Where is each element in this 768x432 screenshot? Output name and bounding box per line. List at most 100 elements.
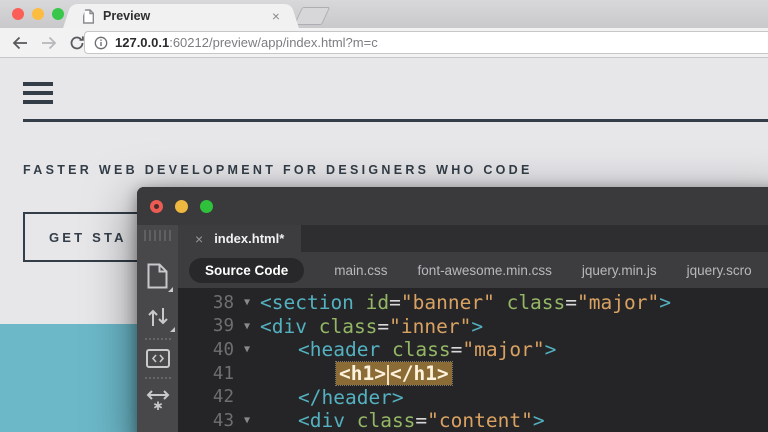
line-number: 42 — [178, 387, 234, 407]
code-segment: class — [507, 291, 566, 314]
code-preview-icon[interactable] — [146, 349, 170, 368]
page-favicon-icon — [82, 9, 95, 24]
editor-minimize-button[interactable] — [175, 200, 188, 213]
editor-title-bar[interactable] — [137, 187, 768, 225]
code-segment: class — [357, 409, 416, 432]
code-segment: = — [389, 291, 401, 314]
code-editor-area[interactable]: 38▼<section id="banner" class="major">39… — [178, 288, 768, 432]
code-segment: > — [533, 409, 545, 432]
selected-code-text[interactable]: <h1></h1> — [336, 362, 452, 385]
code-text[interactable]: <div class="content"> — [298, 409, 545, 432]
address-bar[interactable]: 127.0.0.1:60212/preview/app/index.html?m… — [84, 31, 768, 54]
reload-icon[interactable] — [69, 35, 85, 51]
code-segment: "content" — [427, 409, 533, 432]
back-icon[interactable] — [11, 35, 29, 51]
line-number: 39 — [178, 316, 234, 336]
file-tab-jquery-scrolly[interactable]: jquery.scro — [687, 263, 752, 278]
code-segment: "banner" — [401, 291, 495, 314]
code-line[interactable]: 39▼<div class="inner"> — [178, 315, 768, 339]
zoom-window-button[interactable] — [52, 8, 64, 20]
code-line[interactable]: 43▼ <div class="content"> — [178, 409, 768, 432]
code-segment — [380, 338, 392, 361]
tab-close-icon[interactable]: × — [195, 232, 203, 246]
caret-icon — [170, 327, 175, 332]
browser-tab-strip: Preview × — [0, 0, 768, 28]
close-window-button[interactable] — [12, 8, 24, 20]
url-path: :60212/preview/app/index.html?m=c — [169, 35, 377, 50]
header-divider — [23, 119, 768, 122]
code-segment: <header — [298, 338, 380, 361]
fold-arrow-icon[interactable]: ▼ — [234, 344, 260, 355]
editor-window: × index.html* Source Code main.css font-… — [137, 187, 768, 432]
code-segment: "major" — [462, 338, 544, 361]
code-segment: </h1> — [390, 362, 449, 385]
code-segment: > — [659, 291, 671, 314]
code-line[interactable]: 42 </header> — [178, 385, 768, 409]
code-line[interactable]: 40▼ <header class="major"> — [178, 338, 768, 362]
line-number: 40 — [178, 340, 234, 360]
code-segment: class — [392, 338, 451, 361]
hamburger-menu-icon[interactable] — [23, 82, 53, 109]
sidebar-divider — [145, 377, 171, 379]
fold-arrow-icon[interactable]: ▼ — [234, 415, 260, 426]
code-text[interactable]: <header class="major"> — [298, 338, 556, 361]
fold-arrow-icon[interactable]: ▼ — [234, 321, 260, 332]
file-tab-source-code[interactable]: Source Code — [189, 258, 304, 283]
code-segment: <section — [260, 291, 354, 314]
caret-icon — [168, 287, 173, 292]
browser-toolbar: 127.0.0.1:60212/preview/app/index.html?m… — [0, 28, 768, 58]
page-info-icon[interactable] — [94, 36, 108, 50]
screenshot-root: Preview × 127.0.0.1:602 — [0, 0, 768, 432]
code-segment — [495, 291, 507, 314]
editor-zoom-button[interactable] — [200, 200, 213, 213]
forward-icon[interactable] — [40, 35, 58, 51]
file-tab-main-css[interactable]: main.css — [334, 263, 387, 278]
new-tab-button[interactable] — [294, 7, 330, 25]
code-segment: <div — [298, 409, 345, 432]
code-segment: id — [366, 291, 389, 314]
file-tab-bar: Source Code main.css font-awesome.min.cs… — [178, 252, 768, 288]
fold-arrow-icon[interactable]: ▼ — [234, 297, 260, 308]
minimize-window-button[interactable] — [32, 8, 44, 20]
editor-main: × index.html* Source Code main.css font-… — [178, 225, 768, 432]
code-segment: class — [319, 315, 378, 338]
line-number: 41 — [178, 364, 234, 384]
code-segment — [354, 291, 366, 314]
code-segment: <h1> — [339, 362, 386, 385]
sort-updown-icon[interactable] — [146, 305, 170, 329]
wrap-text-icon[interactable] — [145, 388, 171, 412]
line-number: 38 — [178, 293, 234, 313]
editor-sidebar — [137, 225, 178, 432]
code-segment: </header> — [298, 386, 404, 409]
code-segment: > — [545, 338, 557, 361]
tab-title: Preview — [103, 9, 150, 23]
code-segment: = — [451, 338, 463, 361]
sidebar-divider — [145, 338, 171, 340]
code-line[interactable]: 41 <h1></h1> — [178, 362, 768, 386]
code-segment — [345, 409, 357, 432]
editor-close-button[interactable] — [150, 200, 163, 213]
file-tab-font-awesome[interactable]: font-awesome.min.css — [418, 263, 552, 278]
code-text[interactable]: <div class="inner"> — [260, 315, 483, 338]
code-segment: "inner" — [389, 315, 471, 338]
new-document-icon[interactable] — [147, 263, 168, 289]
macos-window-controls — [12, 8, 64, 20]
file-tab-jquery-min[interactable]: jquery.min.js — [582, 263, 657, 278]
code-segment — [307, 315, 319, 338]
tab-close-icon[interactable]: × — [272, 9, 280, 23]
code-segment: > — [471, 315, 483, 338]
code-segment: = — [377, 315, 389, 338]
code-segment: = — [565, 291, 577, 314]
code-segment: = — [415, 409, 427, 432]
sidebar-grip-handle[interactable] — [144, 230, 172, 241]
code-segment: "major" — [577, 291, 659, 314]
browser-tab-preview[interactable]: Preview × — [74, 4, 288, 28]
code-line[interactable]: 38▼<section id="banner" class="major"> — [178, 291, 768, 315]
code-text[interactable]: <section id="banner" class="major"> — [260, 291, 671, 314]
code-segment: <div — [260, 315, 307, 338]
text-cursor — [387, 365, 389, 385]
line-number: 43 — [178, 411, 234, 431]
page-title: FASTER WEB DEVELOPMENT FOR DESIGNERS WHO… — [23, 163, 533, 177]
code-text[interactable]: </header> — [298, 386, 404, 409]
document-tab-index-html[interactable]: × index.html* — [178, 225, 301, 252]
